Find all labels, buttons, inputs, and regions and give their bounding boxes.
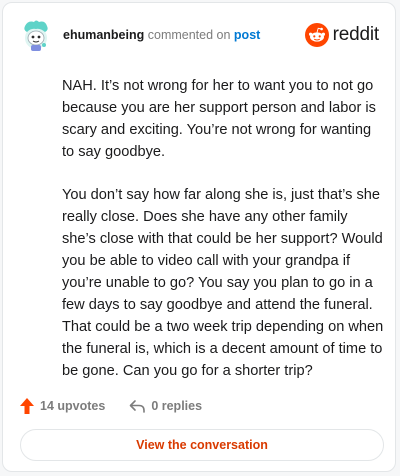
snoo-avatar-icon[interactable] [20,18,52,52]
byline: ehumanbeing commented on post [63,28,260,42]
reddit-logo-icon [304,23,329,47]
upvote-button[interactable]: 14 upvotes [20,398,105,414]
comment-card: ehumanbeing commented on post reddit NAH… [2,2,396,472]
reddit-logo-text: reddit [332,24,380,45]
username-link[interactable]: ehumanbeing [63,28,144,42]
comment-body: NAH. It’s not wrong for her to want you … [62,75,384,403]
comment-paragraph: NAH. It’s not wrong for her to want you … [62,78,376,160]
reply-count: 0 replies [151,399,203,413]
post-link[interactable]: post [234,28,260,42]
comment-paragraph: You don’t say how far along she is, just… [62,187,384,379]
reddit-logo[interactable]: reddit [304,22,380,48]
replies-button[interactable]: 0 replies [129,399,202,413]
view-conversation-button[interactable]: View the conversation [20,429,384,461]
upvote-arrow-icon [20,398,34,414]
upvote-count: 14 upvotes [40,399,106,413]
comment-actions: 14 upvotes 0 replies [20,395,202,417]
comment-header: ehumanbeing commented on post reddit [20,18,379,54]
byline-action-text: commented on [147,28,231,42]
reply-arrow-icon [130,400,146,413]
